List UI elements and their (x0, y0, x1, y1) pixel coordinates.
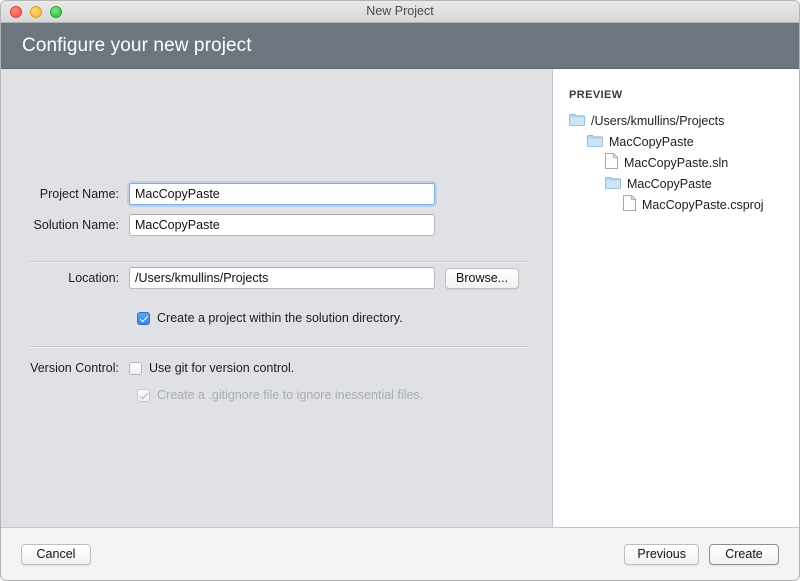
solution-directory-checkbox-label: Create a project within the solution dir… (157, 311, 403, 325)
section-divider-1 (29, 261, 529, 263)
solution-name-label: Solution Name: (19, 218, 129, 232)
preview-tree-item: MacCopyPaste (569, 173, 799, 194)
folder-icon (605, 176, 621, 192)
preview-tree-item: MacCopyPaste (569, 131, 799, 152)
location-row: Location: Browse... (19, 267, 519, 289)
cancel-button[interactable]: Cancel (21, 544, 91, 565)
preview-tree-item-label: MacCopyPaste (627, 177, 712, 191)
location-input[interactable] (129, 267, 435, 289)
footer-right-buttons: Previous Create (624, 544, 779, 565)
page-title: Configure your new project (22, 35, 252, 57)
new-project-dialog-window: New Project Configure your new project P… (0, 0, 800, 581)
solution-name-input[interactable] (129, 214, 435, 236)
gitignore-checkbox-row: Create a .gitignore file to ignore iness… (137, 388, 423, 402)
form-pane: Project Name: Solution Name: Location: B… (1, 69, 553, 527)
file-icon (623, 195, 636, 214)
location-label: Location: (19, 271, 129, 285)
preview-tree-item: MacCopyPaste.sln (569, 152, 799, 173)
close-button[interactable] (10, 6, 22, 18)
preview-tree-item: /Users/kmullins/Projects (569, 110, 799, 131)
preview-pane: PREVIEW /Users/kmullins/Projects MacCopyP… (553, 69, 799, 527)
version-control-row: Version Control: Use git for version con… (19, 361, 294, 375)
dialog-body: Project Name: Solution Name: Location: B… (1, 69, 799, 527)
file-icon (605, 153, 618, 172)
window-title: New Project (1, 1, 799, 22)
dialog-header: Configure your new project (1, 23, 799, 69)
title-bar: New Project (1, 1, 799, 23)
use-git-checkbox[interactable] (129, 362, 142, 375)
preview-tree-item-label: MacCopyPaste (609, 135, 694, 149)
preview-tree-item-label: MacCopyPaste.sln (624, 156, 728, 170)
use-git-checkbox-label: Use git for version control. (149, 361, 294, 375)
section-divider-2 (29, 346, 529, 348)
preview-tree-item: MacCopyPaste.csproj (569, 194, 799, 215)
preview-tree-item-label: MacCopyPaste.csproj (642, 198, 764, 212)
preview-title: PREVIEW (569, 89, 799, 101)
solution-name-row: Solution Name: (19, 214, 435, 236)
solution-directory-checkbox-row[interactable]: Create a project within the solution dir… (137, 311, 403, 325)
preview-tree: /Users/kmullins/Projects MacCopyPaste MacC… (569, 110, 799, 215)
project-name-label: Project Name: (19, 187, 129, 201)
folder-icon (569, 113, 585, 129)
folder-icon (587, 134, 603, 150)
preview-tree-item-label: /Users/kmullins/Projects (591, 114, 724, 128)
dialog-footer: Cancel Previous Create (1, 527, 799, 580)
browse-button[interactable]: Browse... (445, 268, 519, 289)
solution-directory-checkbox[interactable] (137, 312, 150, 325)
create-button[interactable]: Create (709, 544, 779, 565)
project-name-row: Project Name: (19, 183, 435, 205)
project-name-input[interactable] (129, 183, 435, 205)
gitignore-checkbox-label: Create a .gitignore file to ignore iness… (157, 388, 423, 402)
minimize-button[interactable] (30, 6, 42, 18)
gitignore-checkbox (137, 389, 150, 402)
version-control-label: Version Control: (19, 361, 129, 375)
window-controls (10, 6, 62, 18)
previous-button[interactable]: Previous (624, 544, 699, 565)
maximize-button[interactable] (50, 6, 62, 18)
